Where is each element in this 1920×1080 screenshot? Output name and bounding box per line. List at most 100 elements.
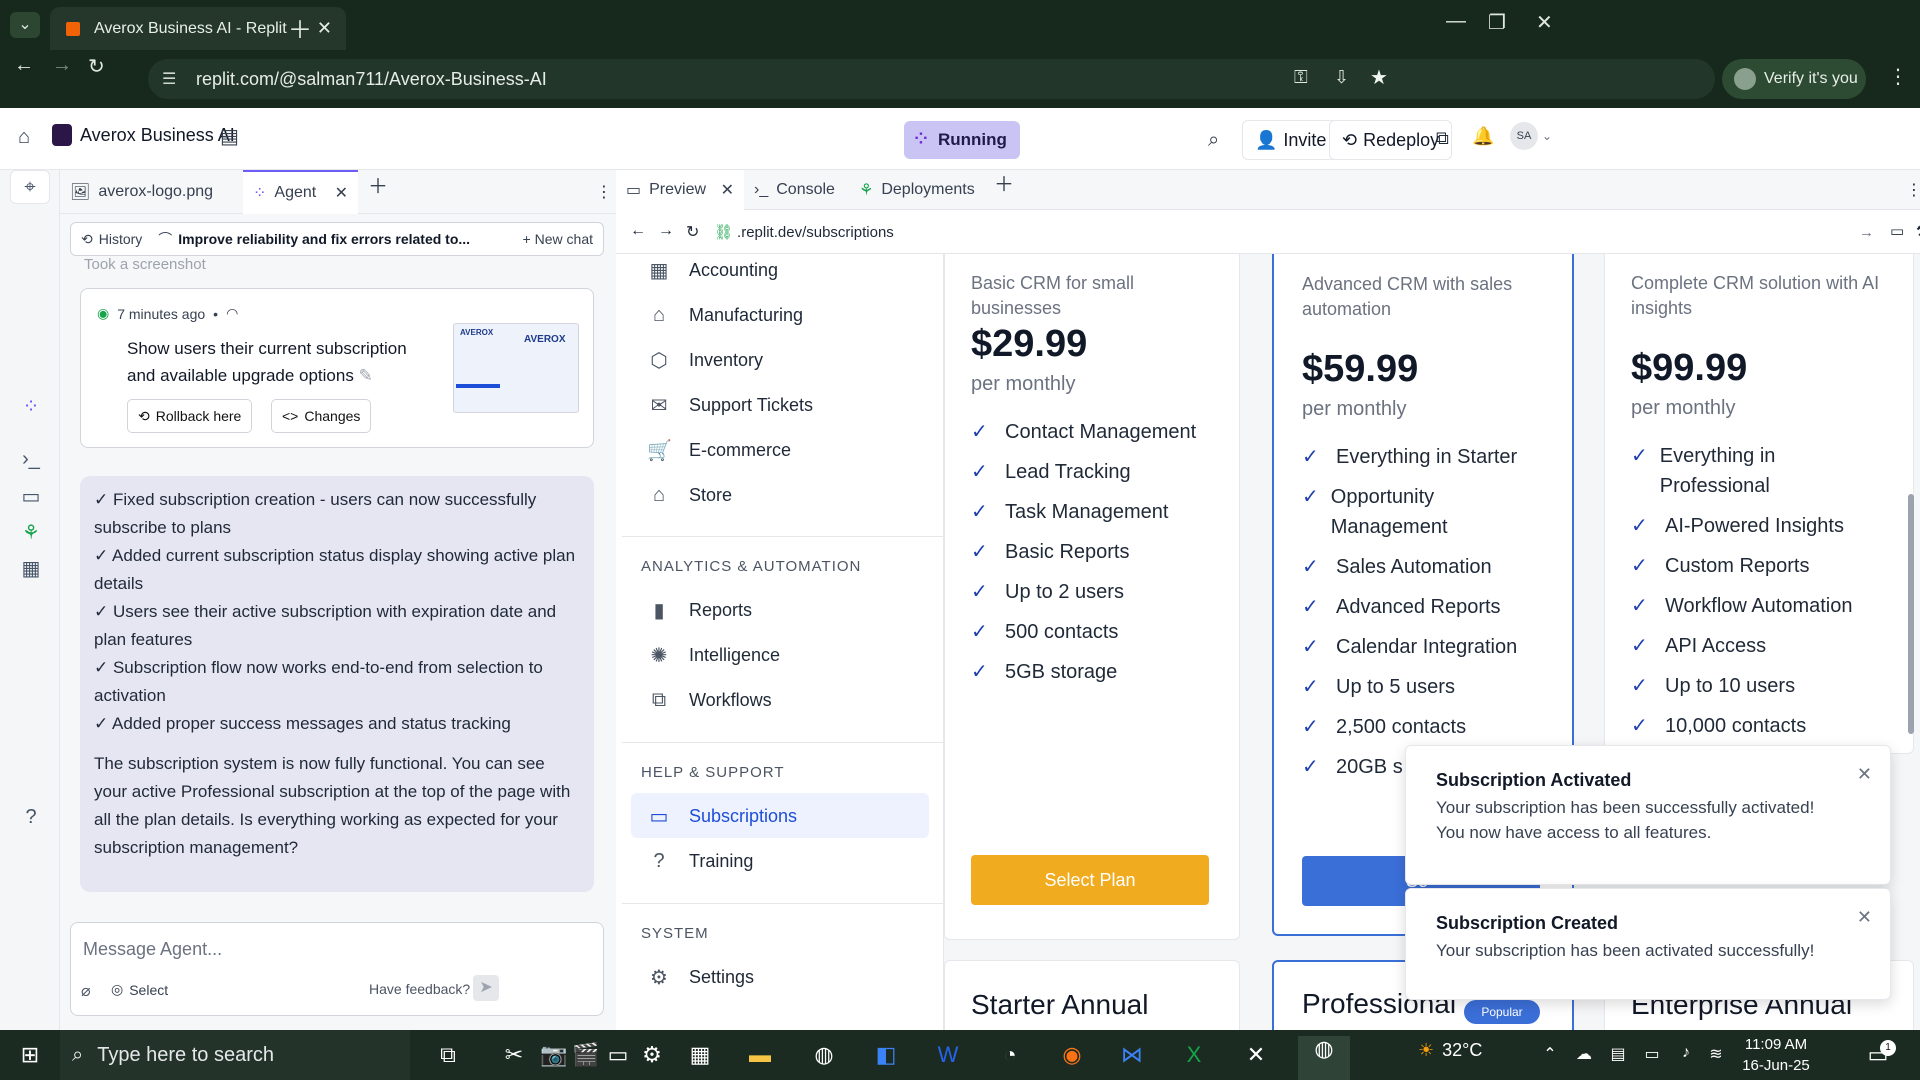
snipping-tool-icon[interactable]: ✂ — [494, 1042, 534, 1068]
select-plan-button-starter[interactable]: Select Plan — [971, 855, 1209, 905]
console-icon[interactable]: ›_ — [18, 448, 44, 474]
taskbar-search[interactable]: ⌕ Type here to search — [60, 1030, 410, 1080]
changes-button[interactable]: <> Changes — [271, 399, 372, 433]
site-info-icon[interactable]: ☰ — [162, 69, 176, 89]
close-icon[interactable]: ✕ — [1857, 764, 1872, 785]
nav-manufacturing[interactable]: ⌂ Manufacturing — [647, 295, 803, 335]
install-app-icon[interactable]: ⇩ — [1334, 67, 1349, 88]
copy-icon[interactable]: ⧉ — [1436, 128, 1449, 149]
outlook-icon[interactable]: ◧ — [866, 1042, 906, 1068]
run-status-button[interactable]: ⁘ Running — [904, 121, 1020, 159]
verify-profile-button[interactable]: Verify it's you — [1722, 59, 1866, 99]
omnibox[interactable]: ☰ replit.com/@salman711/Averox-Business-… — [148, 59, 1715, 99]
check-icon: ✓ — [1302, 486, 1319, 508]
minimize-icon[interactable]: — — [1446, 10, 1466, 33]
tab-console[interactable]: ›_ Console — [744, 170, 849, 210]
vscode-icon[interactable]: ⋈ — [1112, 1042, 1152, 1068]
all-tools-icon[interactable]: ▦ — [18, 556, 44, 582]
screenshot-thumbnail[interactable]: AVEROX AVEROX — [453, 323, 579, 413]
rollback-button[interactable]: ⟲ Rollback here — [127, 399, 253, 433]
preview-menu-icon[interactable]: ⋮ — [1906, 180, 1920, 200]
nav-training[interactable]: ? Training — [647, 841, 753, 881]
preview-url-input[interactable]: ⛓ .replit.dev/subscriptions → — [714, 216, 1874, 248]
tab-averox-logo[interactable]: 🖼 averox-logo.png — [60, 170, 243, 214]
devtools-wrench-icon[interactable]: ⚒ — [1916, 222, 1920, 240]
back-icon[interactable]: ← — [630, 222, 646, 240]
new-tab-icon[interactable]: ＋ — [288, 10, 312, 45]
select-element-button[interactable]: ◎ Select — [111, 981, 168, 998]
deployments-icon[interactable]: ⚘ — [18, 520, 44, 546]
add-tab-icon[interactable]: ＋ — [984, 168, 1024, 212]
password-key-icon[interactable]: ⚿ — [1294, 67, 1308, 88]
devices-icon[interactable]: ▭ — [1890, 222, 1904, 240]
store-app-icon[interactable]: ▦ — [680, 1042, 720, 1068]
close-icon[interactable]: ✕ — [1857, 907, 1872, 928]
app-icon[interactable]: ◔ — [990, 1042, 1030, 1068]
word-icon[interactable]: W — [928, 1042, 968, 1068]
close-tab-icon[interactable]: ✕ — [317, 18, 332, 39]
nav-reports[interactable]: ▮ Reports — [647, 590, 752, 630]
chrome-icon[interactable]: ◍ — [804, 1042, 844, 1068]
panel-menu-icon[interactable]: ⋮ — [596, 182, 612, 202]
feature-item: ✓ 2,500 contacts — [1302, 712, 1552, 742]
browser-menu-icon[interactable]: ⋮ — [1888, 64, 1908, 89]
file-explorer-icon[interactable]: ▬ — [740, 1042, 780, 1068]
restore-icon[interactable]: ❐ — [1488, 10, 1506, 35]
attach-paperclip-icon[interactable]: ⌀ — [81, 981, 91, 1001]
capcut-icon[interactable]: ✕ — [1236, 1042, 1276, 1068]
nav-subscriptions[interactable]: ▭ Subscriptions — [647, 796, 798, 836]
tab-preview[interactable]: ▭ Preview ✕ — [616, 169, 744, 210]
nav-intelligence[interactable]: ✺ Intelligence — [647, 635, 780, 675]
redeploy-button[interactable]: ⟲ Redeploy — [1329, 120, 1453, 160]
forward-icon[interactable]: → — [658, 222, 674, 240]
close-window-icon[interactable]: ✕ — [1536, 10, 1553, 35]
notifications-bell-icon[interactable]: 🔔 — [1472, 126, 1494, 147]
task-view-icon[interactable]: ⧉ — [428, 1042, 468, 1068]
edit-pencil-icon[interactable]: ✎ — [359, 366, 373, 385]
cursor-select-icon[interactable]: ⌖ — [10, 170, 50, 204]
clock[interactable]: 11:09 AM 16-Jun-25 — [1726, 1034, 1826, 1076]
bookmark-star-icon[interactable]: ★ — [1370, 65, 1388, 90]
history-icon[interactable]: ⟲ — [81, 231, 93, 248]
scrollbar-thumb[interactable] — [1908, 494, 1914, 734]
send-icon[interactable]: ➤ — [473, 975, 499, 1001]
reload-icon[interactable]: ↻ — [686, 222, 699, 242]
excel-icon[interactable]: X — [1174, 1042, 1214, 1068]
feedback-link[interactable]: Have feedback? — [369, 981, 470, 997]
history-button[interactable]: History — [99, 231, 143, 247]
add-tab-icon[interactable]: ＋ — [358, 170, 398, 214]
new-chat-button[interactable]: + New chat — [522, 231, 593, 247]
reload-icon[interactable]: ↻ — [88, 54, 105, 79]
nav-accounting[interactable]: ▦ Accounting — [647, 250, 779, 290]
nav-ecommerce[interactable]: 🛒 E-commerce — [647, 430, 791, 470]
nav-settings[interactable]: ⚙ Settings — [647, 957, 754, 997]
account-menu[interactable]: SA ⌄ — [1510, 122, 1552, 150]
tab-search-chevron-icon[interactable]: ⌄ — [10, 12, 40, 38]
project-title[interactable]: Averox Business AI — [52, 124, 235, 146]
search-icon[interactable]: ⌕ — [1208, 129, 1219, 152]
message-input[interactable]: Message Agent... — [83, 939, 222, 960]
go-arrow-icon[interactable]: → — [1859, 224, 1874, 241]
windows-start-icon[interactable]: ⊞ — [10, 1042, 50, 1068]
nav-store[interactable]: ⌂ Store — [647, 475, 732, 515]
preview-monitor-icon[interactable]: ▭ — [18, 484, 44, 510]
back-icon[interactable]: ← — [14, 54, 34, 77]
weather-widget[interactable]: ☀ 32°C — [1418, 1040, 1482, 1061]
chrome-active-icon[interactable]: ◍ — [1298, 1036, 1350, 1080]
thread-title[interactable]: Improve reliability and fix errors relat… — [178, 231, 470, 247]
agent-icon[interactable]: ⁘ — [18, 394, 44, 420]
nav-workflows[interactable]: ⧉ Workflows — [647, 680, 772, 720]
close-tab-icon[interactable]: ✕ — [335, 183, 348, 203]
settings-gear-icon[interactable]: ⚙ — [632, 1042, 672, 1068]
help-icon[interactable]: ? — [18, 806, 44, 832]
firefox-icon[interactable]: ◉ — [1052, 1042, 1092, 1068]
project-files-icon[interactable]: ▤ — [220, 124, 239, 149]
nav-inventory[interactable]: ⬡ Inventory — [647, 340, 763, 380]
home-icon[interactable]: ⌂ — [18, 126, 30, 149]
forward-icon[interactable]: → — [52, 54, 72, 77]
tab-agent[interactable]: ⁘ Agent ✕ — [243, 169, 358, 214]
tab-deployments[interactable]: ⚘ Deployments — [849, 170, 984, 210]
nav-support-tickets[interactable]: ✉ Support Tickets — [647, 385, 813, 425]
close-tab-icon[interactable]: ✕ — [721, 180, 734, 200]
invite-button[interactable]: 👤 Invite — [1242, 120, 1340, 160]
